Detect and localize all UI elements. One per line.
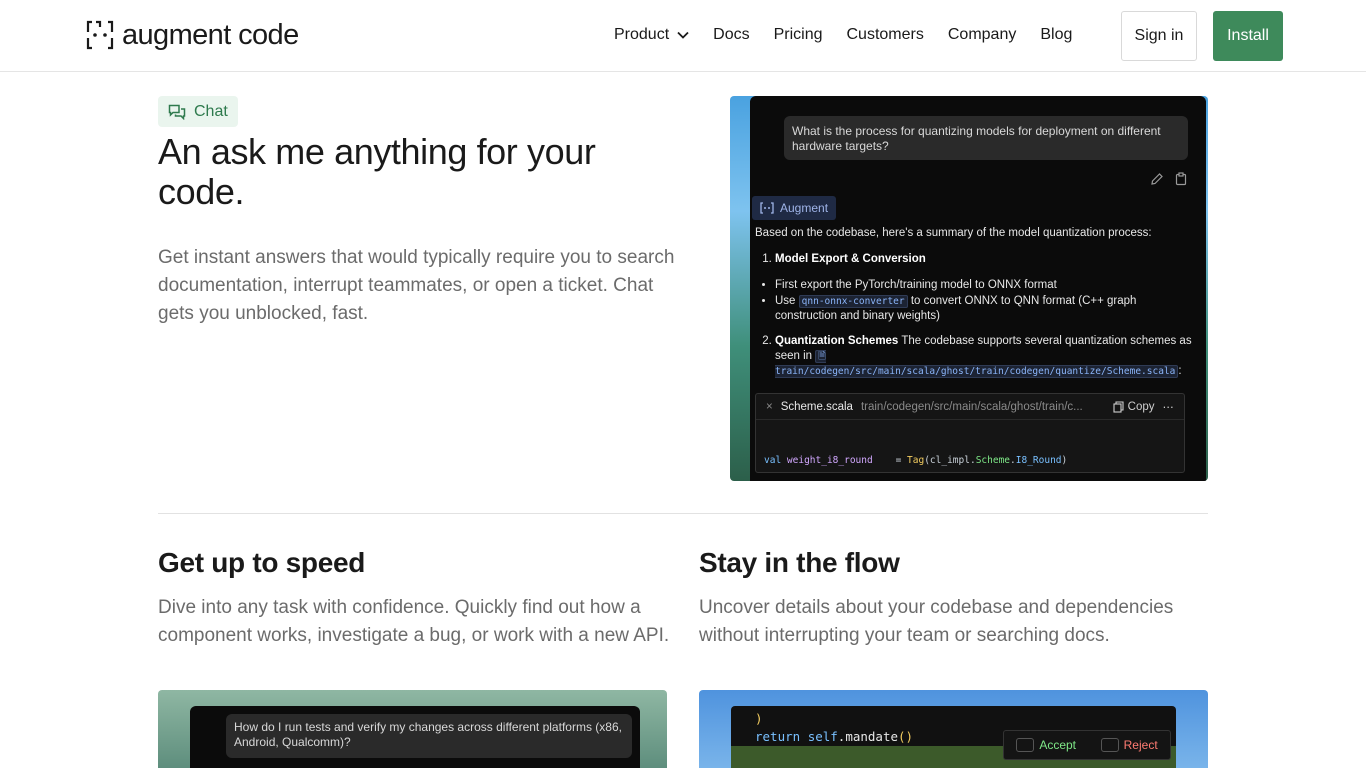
step-1-bullet-2: Use qnn-onnx-converter to convert ONNX t… (775, 294, 1195, 324)
clipboard-icon (1175, 172, 1187, 186)
hero-title: An ask me anything for your code. (158, 131, 596, 212)
code-block: × Scheme.scala train/codegen/src/main/sc… (755, 393, 1185, 473)
nav-docs[interactable]: Docs (713, 24, 749, 46)
code-line: val weight_i8_round = Tag(cl_impl.Scheme… (764, 455, 1068, 466)
accept-button[interactable]: Accept (1016, 738, 1076, 752)
step-1-bullet-2-prefix: Use (775, 295, 796, 307)
chat-window: What is the process for quantizing model… (750, 96, 1206, 481)
message-tools (1150, 172, 1188, 186)
feature-preview-flow: ) return self.mandate() Accept Reject (699, 690, 1208, 768)
copy-button[interactable]: Copy (1113, 401, 1155, 413)
nav-blog[interactable]: Blog (1040, 24, 1072, 46)
answer-intro: Based on the codebase, here's a summary … (755, 227, 1152, 239)
backspace-key-icon (1100, 738, 1119, 752)
augment-small-icon (760, 202, 774, 214)
reject-button[interactable]: Reject (1100, 738, 1158, 752)
more-options-icon[interactable]: ⋯ (1163, 400, 1175, 414)
nav-company[interactable]: Company (948, 24, 1016, 46)
main-nav: Product Docs Pricing Customers Company B… (614, 24, 1096, 46)
code-line-variant: I8_Round (1015, 455, 1062, 466)
assistant-tag-label: Augment (780, 201, 829, 215)
augment-logo-icon (86, 20, 114, 50)
reject-label: Reject (1123, 738, 1158, 752)
copy-icon (1113, 400, 1124, 413)
answer-step-2: Quantization Schemes The codebase suppor… (775, 334, 1195, 379)
brand-name: augment code (122, 19, 299, 51)
step-1-bullets: First export the PyTorch/training model … (775, 278, 1195, 324)
chat-preview-image: What is the process for quantizing model… (730, 96, 1208, 481)
edit-icon (1151, 173, 1163, 185)
file-path-text: train/codegen/src/main/scala/ghost/train… (775, 366, 1176, 377)
answer-step-1: Model Export & Conversion First export t… (775, 252, 1195, 324)
brand-logo[interactable]: augment code (84, 18, 299, 52)
user-question: What is the process for quantizing model… (784, 116, 1188, 160)
assistant-tag: Augment (752, 196, 837, 220)
file-path-link[interactable]: 🗎 train/codegen/src/main/scala/ghost/tra… (775, 350, 1179, 378)
site-header: augment code Product Docs Pricing Custom… (0, 0, 1366, 72)
nav-customers[interactable]: Customers (847, 24, 924, 46)
code-body: val weight_i8_round = Tag(cl_impl.Scheme… (756, 420, 1184, 481)
code-file-path: train/codegen/src/main/scala/ghost/train… (860, 400, 1083, 413)
nav-pricing[interactable]: Pricing (774, 24, 823, 46)
collapse-icon[interactable]: × (766, 401, 773, 413)
step-1-bullet-1: First export the PyTorch/training model … (775, 278, 1195, 293)
chat-badge: Chat (158, 96, 238, 127)
chat-bubbles-icon (168, 104, 186, 120)
nav-product[interactable]: Product (614, 24, 689, 46)
code-line-name: weight_i8_round (786, 455, 873, 466)
code-block-header: × Scheme.scala train/codegen/src/main/sc… (756, 394, 1184, 420)
section-divider (158, 513, 1208, 514)
nav-product-label: Product (614, 26, 670, 43)
sign-in-button[interactable]: Sign in (1121, 11, 1197, 61)
feature-description-speed: Dive into any task with confidence. Quic… (158, 597, 670, 646)
feature-preview-speed: How do I run tests and verify my changes… (158, 690, 667, 768)
preview-code: ) return self.mandate() (755, 711, 914, 744)
install-button[interactable]: Install (1213, 11, 1283, 61)
accept-reject-bar: Accept Reject (1003, 730, 1171, 760)
step-1-title: Model Export & Conversion (775, 253, 926, 265)
answer-steps: Model Export & Conversion First export t… (775, 252, 1195, 379)
enter-key-icon (1016, 738, 1035, 752)
feature-description-flow: Uncover details about your codebase and … (699, 597, 1174, 646)
step-2-title: Quantization Schemes (775, 335, 899, 347)
inline-code: qnn-onnx-converter (798, 295, 908, 308)
copy-label: Copy (1127, 400, 1155, 413)
assistant-answer: Based on the codebase, here's a summary … (755, 226, 1195, 389)
feature-title-speed: Get up to speed (158, 547, 366, 578)
chat-badge-label: Chat (194, 102, 228, 120)
chevron-down-icon (677, 31, 689, 39)
feature-title-flow: Stay in the flow (699, 547, 900, 578)
preview-question: How do I run tests and verify my changes… (226, 714, 632, 758)
code-file-name: Scheme.scala (780, 400, 853, 413)
accept-label: Accept (1039, 738, 1076, 752)
hero-description: Get instant answers that would typically… (158, 247, 675, 324)
